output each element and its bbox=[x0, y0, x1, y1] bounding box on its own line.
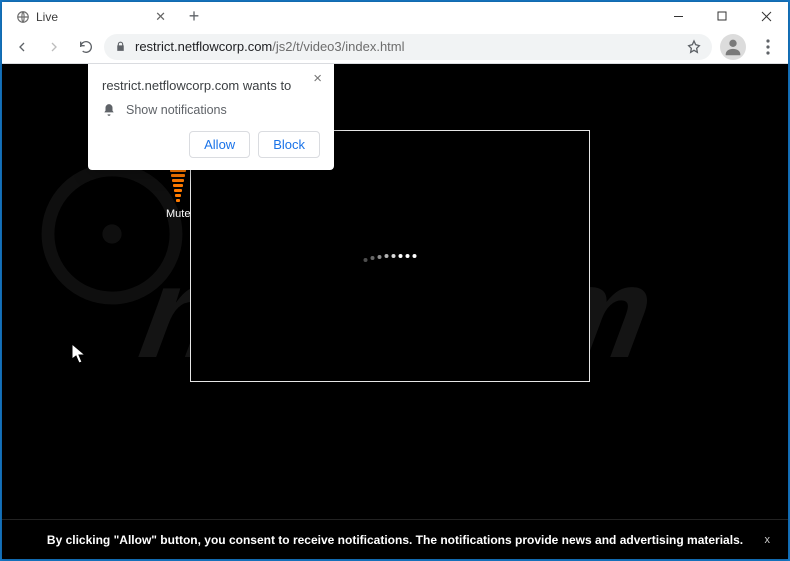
consent-bar: By clicking "Allow" button, you consent … bbox=[2, 519, 788, 559]
tab-strip: Live ✕ + bbox=[2, 2, 206, 30]
tab-title: Live bbox=[36, 10, 145, 24]
window-maximize-button[interactable] bbox=[700, 2, 744, 30]
url-text: restrict.netflowcorp.com/js2/t/video3/in… bbox=[135, 39, 405, 54]
loading-spinner-icon bbox=[364, 254, 417, 258]
url-domain: restrict.netflowcorp.com bbox=[135, 39, 272, 54]
bell-icon bbox=[102, 103, 116, 117]
allow-button[interactable]: Allow bbox=[189, 131, 250, 158]
window-minimize-button[interactable] bbox=[656, 2, 700, 30]
window-close-button[interactable] bbox=[744, 2, 788, 30]
prompt-close-icon[interactable]: × bbox=[307, 68, 328, 89]
mute-label: Mute bbox=[166, 208, 190, 220]
consent-close-button[interactable]: x bbox=[765, 534, 771, 546]
toolbar: restrict.netflowcorp.com/js2/t/video3/in… bbox=[2, 30, 788, 64]
browser-window: Live ✕ + r bbox=[2, 2, 788, 559]
prompt-origin-text: restrict.netflowcorp.com wants to bbox=[102, 78, 320, 93]
forward-button[interactable] bbox=[40, 33, 68, 61]
lock-icon bbox=[114, 40, 127, 53]
bookmark-star-icon[interactable] bbox=[686, 39, 702, 55]
titlebar: Live ✕ + bbox=[2, 2, 788, 30]
consent-text: By clicking "Allow" button, you consent … bbox=[47, 533, 743, 547]
block-button[interactable]: Block bbox=[258, 131, 320, 158]
tab-live[interactable]: Live ✕ bbox=[8, 4, 178, 30]
profile-avatar[interactable] bbox=[720, 34, 746, 60]
new-tab-button[interactable]: + bbox=[182, 4, 206, 28]
window-controls bbox=[656, 2, 788, 30]
back-button[interactable] bbox=[8, 33, 36, 61]
kebab-menu-icon[interactable] bbox=[754, 39, 782, 55]
prompt-permission-label: Show notifications bbox=[126, 103, 227, 117]
url-path: /js2/t/video3/index.html bbox=[272, 39, 404, 54]
notification-permission-prompt: × restrict.netflowcorp.com wants to Show… bbox=[88, 64, 334, 170]
page-content: risk.com Mute By clicking "Allow" button… bbox=[2, 64, 788, 559]
cursor-icon bbox=[72, 344, 86, 364]
globe-icon bbox=[16, 10, 30, 24]
reload-button[interactable] bbox=[72, 33, 100, 61]
tab-close-icon[interactable]: ✕ bbox=[151, 9, 170, 25]
address-bar[interactable]: restrict.netflowcorp.com/js2/t/video3/in… bbox=[104, 34, 712, 60]
